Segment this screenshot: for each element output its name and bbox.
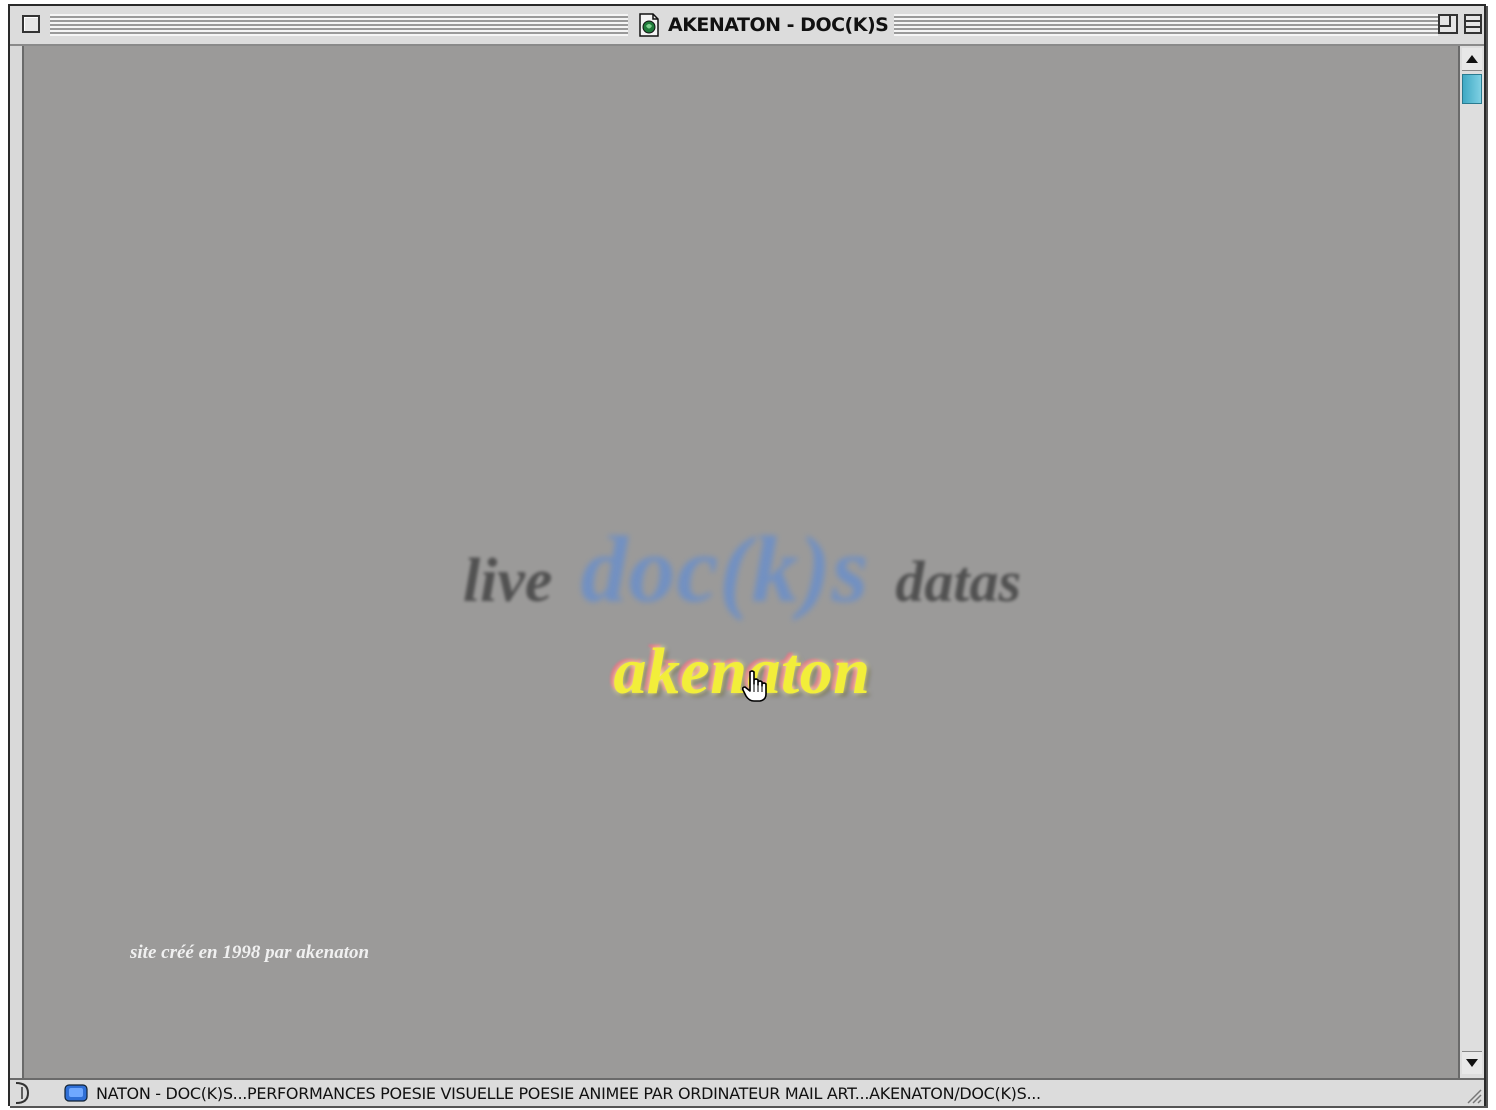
- headline-datas: datas: [895, 549, 1022, 614]
- browser-window: AKENATON - DOC(K)S live doc(k)s datas aken…: [8, 4, 1486, 1106]
- site-credit: site créé en 1998 par akenaton: [130, 942, 370, 963]
- vertical-scrollbar[interactable]: [1458, 46, 1484, 1078]
- collapse-box-icon[interactable]: [1464, 14, 1482, 34]
- arrow-up-icon: [1466, 55, 1478, 63]
- headline-docks: doc(k)s: [580, 518, 870, 622]
- title-bar[interactable]: AKENATON - DOC(K)S: [10, 6, 1484, 46]
- document-icon: [639, 13, 659, 37]
- resize-grip-icon[interactable]: [1462, 1084, 1482, 1104]
- zoom-box-icon[interactable]: [1438, 14, 1458, 34]
- status-bar: NATON - DOC(K)S...PERFORMANCES POESIE VI…: [10, 1078, 1484, 1106]
- globe-icon: [64, 1084, 88, 1102]
- status-text: NATON - DOC(K)S...PERFORMANCES POESIE VI…: [96, 1083, 1041, 1103]
- title-stripes-left: [50, 14, 628, 36]
- window-title-group: AKENATON - DOC(K)S: [632, 10, 895, 40]
- window-title: AKENATON - DOC(K)S: [668, 14, 889, 36]
- scroll-down-button[interactable]: [1462, 1051, 1482, 1074]
- arrow-down-icon: [1466, 1059, 1478, 1067]
- page-headline: live doc(k)s datas: [24, 516, 1460, 624]
- hand-cursor-icon: [742, 670, 767, 702]
- headline-live: live: [462, 547, 553, 615]
- title-stripes-right: [890, 14, 1438, 36]
- status-handle-icon[interactable]: [12, 1081, 34, 1105]
- page-content: live doc(k)s datas akenaton site créé en 1…: [22, 46, 1460, 1078]
- scroll-up-button[interactable]: [1462, 48, 1482, 71]
- close-box-icon[interactable]: [22, 15, 40, 33]
- scroll-thumb[interactable]: [1462, 74, 1482, 104]
